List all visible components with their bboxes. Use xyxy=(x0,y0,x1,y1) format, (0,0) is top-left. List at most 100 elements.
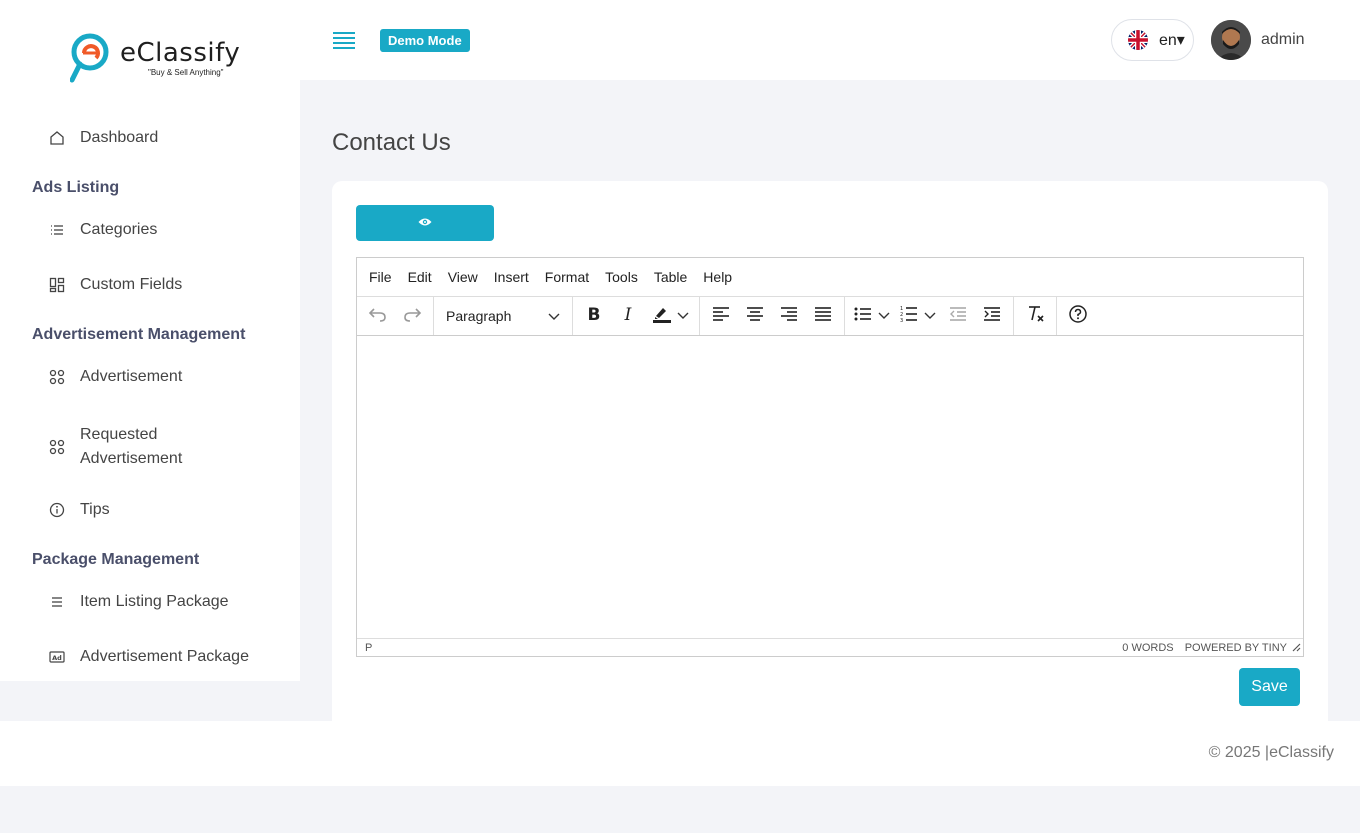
info-icon xyxy=(48,501,66,519)
sidebar-item-label: Categories xyxy=(80,221,158,238)
svg-text:3: 3 xyxy=(900,318,903,322)
footer: © 2025 |eClassify xyxy=(0,721,1360,786)
menu-tools[interactable]: Tools xyxy=(605,269,638,285)
align-left-icon xyxy=(712,306,730,326)
powered-by-link[interactable]: POWERED BY TINY xyxy=(1185,642,1287,654)
uk-flag-icon xyxy=(1128,30,1148,50)
sidebar-item-dashboard[interactable]: Dashboard xyxy=(48,129,158,147)
language-label: en▾ xyxy=(1159,32,1185,49)
preview-button[interactable] xyxy=(356,205,494,241)
sidebar-heading-package-management: Package Management xyxy=(32,551,200,568)
sidebar-item-categories[interactable]: Categories xyxy=(48,221,157,239)
align-justify-button[interactable] xyxy=(806,301,840,331)
home-icon xyxy=(48,129,66,147)
sidebar-item-label: Custom Fields xyxy=(80,276,183,293)
chevron-down-icon xyxy=(677,307,689,325)
block-format-value: Paragraph xyxy=(446,308,512,324)
logo-tagline: "Buy & Sell Anything" xyxy=(148,67,224,77)
sidebar-item-tips[interactable]: Tips xyxy=(48,501,110,519)
menu-insert[interactable]: Insert xyxy=(494,269,529,285)
bullet-list-icon xyxy=(854,307,872,326)
sidebar-item-advertisement[interactable]: Advertisement xyxy=(48,368,182,386)
menu-file[interactable]: File xyxy=(369,269,392,285)
redo-icon xyxy=(402,306,422,327)
menu-lines-icon xyxy=(48,593,66,611)
sidebar-item-label: Tips xyxy=(80,501,110,518)
logo-name: eClassify xyxy=(120,37,241,68)
svg-text:I: I xyxy=(624,305,632,323)
italic-button[interactable]: I xyxy=(611,301,645,331)
menu-format[interactable]: Format xyxy=(545,269,589,285)
menu-table[interactable]: Table xyxy=(654,269,687,285)
content-card: File Edit View Insert Format Tools Table… xyxy=(332,181,1328,741)
sidebar: eClassify "Buy & Sell Anything" Dashboar… xyxy=(0,0,300,681)
circles-icon xyxy=(48,368,66,386)
list-icon xyxy=(48,221,66,239)
chevron-down-icon xyxy=(548,308,560,324)
align-right-icon xyxy=(780,306,798,326)
demo-mode-badge: Demo Mode xyxy=(380,29,470,52)
editor-menubar: File Edit View Insert Format Tools Table… xyxy=(357,258,1303,297)
align-right-button[interactable] xyxy=(772,301,806,331)
sidebar-item-label: Requested Advertisement xyxy=(80,426,183,467)
sidebar-heading-ads-listing: Ads Listing xyxy=(32,179,120,196)
top-bar: Demo Mode en▾ admin xyxy=(300,0,1360,80)
ad-icon: Ad xyxy=(48,648,66,666)
clear-formatting-button[interactable] xyxy=(1018,301,1052,331)
italic-icon: I xyxy=(620,305,636,328)
page-title: Contact Us xyxy=(332,129,451,156)
help-circle-icon xyxy=(1069,304,1087,328)
element-path[interactable]: P xyxy=(365,642,372,654)
user-avatar[interactable] xyxy=(1211,20,1251,60)
save-button[interactable]: Save xyxy=(1239,668,1300,706)
circles-icon xyxy=(48,438,66,456)
sidebar-item-advertisement-package[interactable]: Ad Advertisement Package xyxy=(48,648,249,666)
sidebar-item-item-listing-package[interactable]: Item Listing Package xyxy=(48,593,229,611)
numbered-list-icon: 123 xyxy=(900,306,918,327)
svg-text:B: B xyxy=(588,305,601,323)
highlight-color-button[interactable] xyxy=(645,301,695,331)
block-format-select[interactable]: Paragraph xyxy=(438,301,568,331)
undo-button[interactable] xyxy=(361,301,395,331)
redo-button[interactable] xyxy=(395,301,429,331)
help-button[interactable] xyxy=(1061,301,1095,331)
eye-icon xyxy=(418,214,432,232)
editor-content-area[interactable] xyxy=(357,336,1303,638)
numbered-list-button[interactable]: 123 xyxy=(895,301,941,331)
editor-statusbar: P 0 WORDS POWERED BY TINY xyxy=(357,638,1303,656)
sidebar-item-label: Advertisement Package xyxy=(80,648,249,665)
undo-icon xyxy=(368,306,388,327)
language-selector[interactable]: en▾ xyxy=(1111,19,1194,61)
menu-view[interactable]: View xyxy=(448,269,478,285)
sidebar-item-label: Item Listing Package xyxy=(80,593,229,610)
menu-help[interactable]: Help xyxy=(703,269,732,285)
align-left-button[interactable] xyxy=(704,301,738,331)
highlighter-icon xyxy=(651,305,673,328)
bold-icon: B xyxy=(586,305,602,328)
outdent-button[interactable] xyxy=(941,301,975,331)
svg-text:Ad: Ad xyxy=(52,654,62,662)
bold-button[interactable]: B xyxy=(577,301,611,331)
align-center-icon xyxy=(746,306,764,326)
align-center-button[interactable] xyxy=(738,301,772,331)
sidebar-item-label: Advertisement xyxy=(80,368,183,385)
logo[interactable]: eClassify "Buy & Sell Anything" xyxy=(69,32,241,84)
outdent-icon xyxy=(949,306,967,326)
logo-icon xyxy=(69,32,110,84)
footer-copyright: © 2025 |eClassify xyxy=(1208,744,1334,761)
resize-handle-icon[interactable] xyxy=(1291,642,1301,655)
user-name[interactable]: admin xyxy=(1261,31,1305,49)
indent-button[interactable] xyxy=(975,301,1009,331)
indent-icon xyxy=(983,306,1001,326)
word-count[interactable]: 0 WORDS xyxy=(1122,642,1173,654)
menu-edit[interactable]: Edit xyxy=(408,269,432,285)
chevron-down-icon xyxy=(878,307,890,325)
chevron-down-icon xyxy=(924,307,936,325)
sidebar-item-custom-fields[interactable]: Custom Fields xyxy=(48,276,182,294)
hamburger-menu-icon[interactable] xyxy=(333,32,355,52)
bullet-list-button[interactable] xyxy=(849,301,895,331)
sidebar-heading-advertisement-management: Advertisement Management xyxy=(32,326,246,343)
grid-icon xyxy=(48,276,66,294)
sidebar-item-requested-advertisement[interactable]: Requested Advertisement xyxy=(48,423,200,471)
editor-toolbar: Paragraph B I 1 2 3 xyxy=(357,297,1303,336)
